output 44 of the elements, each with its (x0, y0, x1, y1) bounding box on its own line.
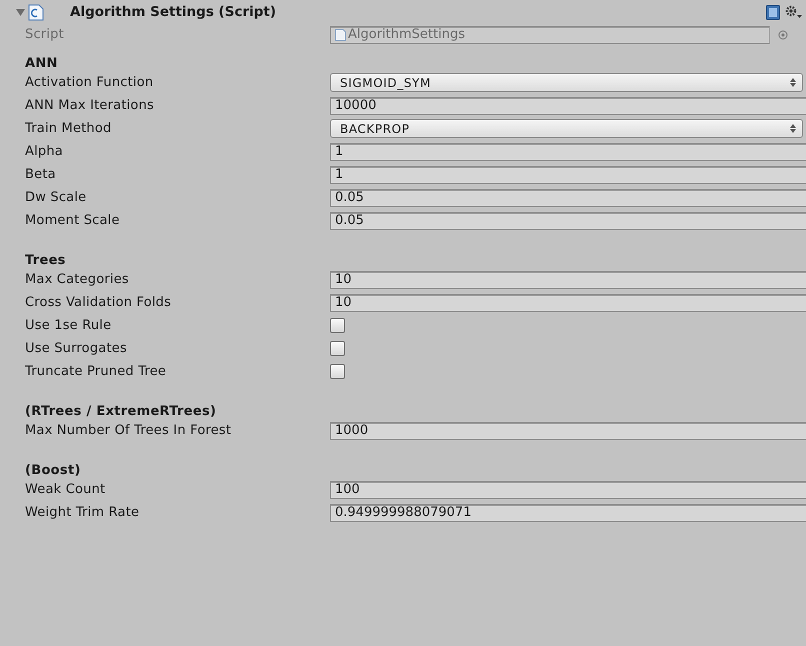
field-label: Activation Function (25, 75, 154, 90)
field-label: Moment Scale (25, 213, 121, 228)
input-field[interactable]: 10000 (330, 96, 806, 114)
object-picker-icon[interactable] (778, 30, 788, 40)
field-label: Weak Count (25, 482, 106, 497)
input-field[interactable]: 1 (330, 166, 806, 184)
input-field[interactable]: 100 (330, 480, 806, 498)
field-label: Truncate Pruned Tree (25, 364, 168, 379)
field-label: ANN Max Iterations (25, 98, 155, 113)
dropdown-arrows-icon (790, 78, 796, 87)
input-field[interactable]: 0.05 (330, 212, 806, 230)
input-field[interactable]: 1000 (330, 422, 806, 440)
section-header: (RTrees / ExtremeRTrees) (24, 403, 218, 419)
checkbox[interactable] (330, 364, 345, 379)
field-label: Weight Trim Rate (25, 505, 140, 520)
gear-icon[interactable] (785, 5, 802, 19)
dropdown[interactable]: BACKPROP (330, 119, 803, 138)
input-field[interactable]: 10 (330, 294, 806, 312)
field-label: Train Method (25, 121, 112, 136)
input-field[interactable]: 0.05 (330, 188, 806, 206)
dropdown[interactable]: SIGMOID_SYM (330, 73, 803, 92)
dropdown-arrows-icon (790, 124, 796, 133)
field-label: Max Number Of Trees In Forest (25, 423, 232, 438)
section-header: ANN (24, 55, 59, 71)
script-file-icon (335, 28, 346, 40)
field-label: Alpha (25, 144, 64, 159)
section-header: Trees (24, 252, 67, 268)
section-header: (Boost) (24, 462, 82, 478)
checkbox[interactable] (330, 341, 345, 356)
input-field[interactable]: 10 (330, 270, 806, 288)
field-label: Dw Scale (25, 190, 88, 205)
field-label: Cross Validation Folds (25, 295, 172, 310)
component-title: Algorithm Settings (Script) (70, 4, 276, 20)
input-field[interactable]: 1 (330, 142, 806, 160)
collapse-arrow-icon[interactable] (16, 8, 25, 16)
field-label: Script (25, 27, 65, 42)
field-label: Max Categories (25, 272, 130, 287)
checkbox[interactable] (330, 318, 345, 333)
field-label: Beta (25, 167, 57, 182)
field-label: Use 1se Rule (25, 318, 112, 333)
script-name: AlgorithmSettings (348, 27, 465, 42)
input-field[interactable]: 0.949999988079071 (330, 504, 806, 522)
script-file-icon (28, 4, 44, 20)
field-label: Use Surrogates (25, 341, 128, 356)
